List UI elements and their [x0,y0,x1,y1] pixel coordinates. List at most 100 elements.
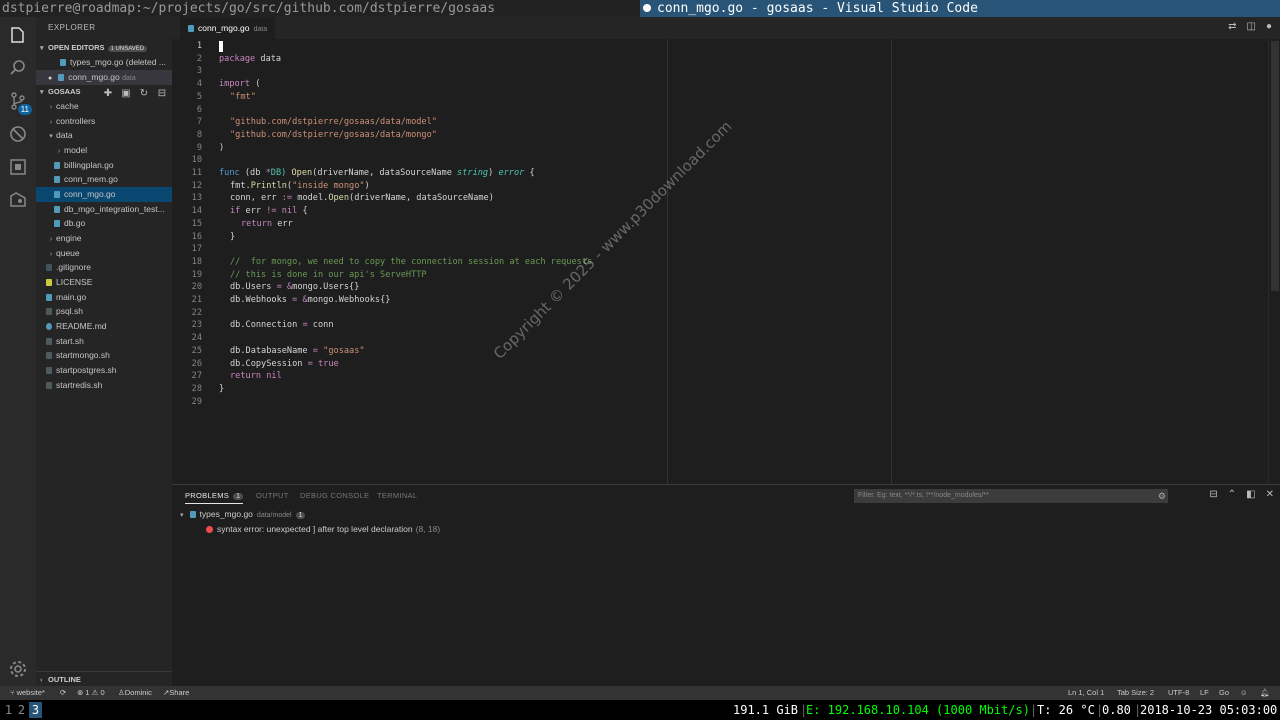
problems-status[interactable]: ⊗ 1 ⚠ 0 [77,686,105,700]
notifications-icon[interactable]: 🔔︎ [1260,686,1270,700]
terminal-window-title[interactable]: dstpierre@roadmap:~/projects/go/src/gith… [0,0,640,17]
tree-item-file[interactable]: startpostgres.sh [36,363,172,378]
tree-item-label: start.sh [56,336,84,346]
editor-tab-bar: conn_mgo.go data ⇄ ◫ ● [172,17,1280,39]
tree-item-label: main.go [56,292,87,302]
shell-file-icon [46,338,52,346]
tree-item-file[interactable]: start.sh [36,334,172,349]
line-number: 5 [196,91,202,102]
settings-gear-icon[interactable] [6,657,30,681]
line-number: 26 [191,358,202,369]
line-ending[interactable]: LF [1200,686,1209,700]
chevron-down-icon: ▾ [40,89,44,96]
workspace-1[interactable]: 1 [2,702,15,718]
tree-item-folder[interactable]: ▾ data [36,128,172,143]
license-file-icon [46,279,52,287]
vscode-title-text: conn_mgo.go - gosaas - Visual Studio Cod… [657,1,978,16]
cursor-position[interactable]: Ln 1, Col 1 [1068,686,1104,700]
tab-debug-console[interactable]: DEBUG CONSOLE [300,491,369,500]
line-number: 25 [191,345,202,356]
open-editor-item[interactable]: types_mgo.go (deleted ... [36,55,172,70]
workspace-2[interactable]: 2 [15,702,28,718]
code-line: // this is done in our api's ServeHTTP [230,269,427,280]
scrollbar-thumb[interactable] [1271,41,1279,291]
line-number: 10 [191,155,202,166]
extensions-icon[interactable] [6,155,30,179]
ruler [667,39,668,484]
branch-status[interactable]: ⑂ website* [10,686,45,700]
tab-size[interactable]: Tab Size: 2 [1117,686,1154,700]
code-line: } [219,383,225,394]
chevron-down-icon: ▾ [49,133,53,140]
workspace-3[interactable]: 3 [29,702,42,718]
encoding[interactable]: UTF-8 [1168,686,1189,700]
source-control-icon[interactable]: 11 [6,89,32,115]
share-button[interactable]: ↗Share [163,686,189,700]
temperature-status: T: 26 °C [1037,703,1095,717]
unsaved-dot-icon[interactable]: ● [1266,21,1272,32]
load-status: 0.80 [1102,703,1131,717]
line-number: 9 [196,142,202,153]
tab-sub: data [253,26,268,33]
vscode-window-title[interactable]: conn_mgo.go - gosaas - Visual Studio Cod… [640,0,1280,17]
search-icon[interactable] [6,56,30,80]
error-location: (8, 18) [415,524,441,534]
tree-item-file[interactable]: startmongo.sh [36,348,172,363]
close-icon[interactable]: ✕ [1266,489,1274,500]
tree-item-folder[interactable]: › cache [36,99,172,114]
tab-problems[interactable]: PROBLEMS 1 [185,491,244,504]
sync-icon[interactable]: ⟳ [60,686,66,700]
split-editor-icon[interactable]: ◫ [1247,21,1256,32]
toggle-panel-icon[interactable]: ◧ [1246,489,1255,500]
compare-icon[interactable]: ⇄ [1228,21,1236,32]
code-line: func (db *DB) Open(driverName, dataSourc… [219,168,535,178]
activity-bar: 11 [0,17,36,686]
code-editor[interactable]: 1 2 3 4 5 6 7 8 9 10 11 12 13 14 15 16 1… [172,39,1268,484]
go-file-icon [54,220,60,228]
tree-item-file[interactable]: conn_mem.go [36,172,172,187]
explorer-icon[interactable] [6,23,30,47]
tree-item-file[interactable]: LICENSE [36,275,172,290]
collapse-all-icon[interactable]: ⊟ [1209,489,1217,500]
filter-settings-icon[interactable]: ⚙ [1158,489,1166,503]
editor-tab-conn-mgo[interactable]: conn_mgo.go data [180,17,276,39]
tree-item-file[interactable]: psql.sh [36,304,172,319]
outline-header[interactable]: › OUTLINE [36,671,172,686]
debug-icon[interactable] [6,122,30,146]
remote-icon[interactable] [6,188,30,212]
tab-terminal[interactable]: TERMINAL [377,491,417,500]
editor-scrollbar[interactable] [1268,39,1280,484]
language-mode[interactable]: Go [1219,686,1229,700]
tree-item-folder[interactable]: › model [36,143,172,158]
tree-item-file[interactable]: db_mgo_integration_test... [36,202,172,217]
maximize-panel-icon[interactable]: ⌃ [1228,489,1236,500]
code-line: db.Webhooks = &mongo.Webhooks{} [230,295,391,305]
tree-item-file-selected[interactable]: conn_mgo.go [36,187,172,202]
shell-file-icon [46,382,52,390]
feedback-icon[interactable]: ☺ [1240,686,1248,700]
tree-item-file[interactable]: main.go [36,290,172,305]
open-editor-item[interactable]: ● conn_mgo.go data [36,70,172,85]
liveshare-user[interactable]: ♙Dominic [118,686,152,700]
tree-item-folder[interactable]: › controllers [36,114,172,129]
problem-file-path: data/model [256,512,292,519]
tree-item-label: README.md [56,321,107,331]
tree-item-folder[interactable]: › queue [36,246,172,261]
tab-output[interactable]: OUTPUT [256,491,289,500]
status-bar: ⑂ website* ⟳ ⊗ 1 ⚠ 0 ♙Dominic ↗Share Ln … [0,686,1280,700]
code-line: package data [219,53,282,64]
problem-error-row[interactable]: syntax error: unexpected ] after top lev… [206,524,440,534]
user-icon: ♙ [118,688,125,697]
tab-label: conn_mgo.go [198,23,250,33]
tree-item-file[interactable]: db.go [36,216,172,231]
tree-item-file[interactable]: startredis.sh [36,378,172,393]
tree-item-file[interactable]: README.md [36,319,172,334]
tree-item-folder[interactable]: › engine [36,231,172,246]
tree-item-file[interactable]: .gitignore [36,260,172,275]
open-editors-label: OPEN EDITORS [48,43,105,52]
open-editors-header[interactable]: ▾ OPEN EDITORS 1 UNSAVED [36,41,172,55]
chevron-down-icon: ▾ [40,45,44,52]
tree-item-file[interactable]: billingplan.go [36,158,172,173]
problems-filter-input[interactable]: Filter. Eg: text, **/*.ts, !**/node_modu… [854,489,1168,503]
problem-file-row[interactable]: ▾ types_mgo.go data/model 1 [180,509,306,519]
